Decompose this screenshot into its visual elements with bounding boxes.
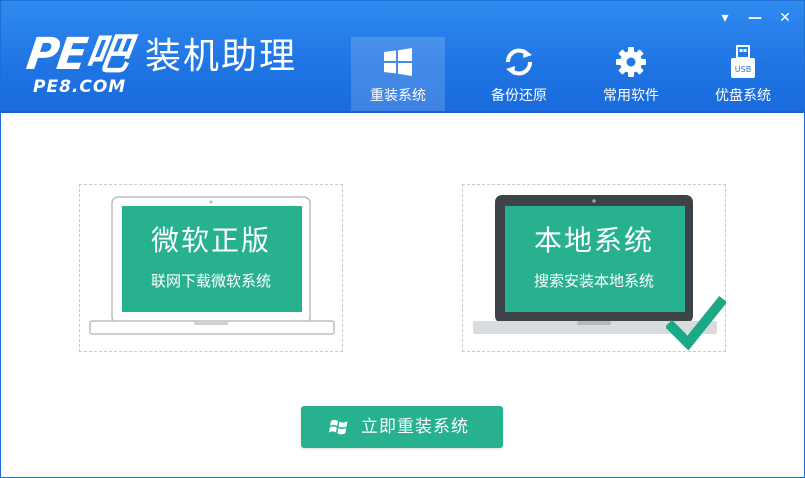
app-subtitle: PE8.COM xyxy=(33,77,127,97)
checkmark-icon xyxy=(666,295,726,351)
tab-label: 常用软件 xyxy=(603,88,659,104)
tab-backup-restore[interactable]: 备份还原 xyxy=(463,37,575,111)
tab-usb-system[interactable]: USB 优盘系统 xyxy=(687,37,799,111)
tab-label: 优盘系统 xyxy=(715,88,771,104)
button-label: 立即重装系统 xyxy=(361,417,469,437)
main-nav: 重装系统 备份还原 常用软件 USB 优盘系统 xyxy=(351,37,799,111)
tab-common-software[interactable]: 常用软件 xyxy=(575,37,687,111)
app-window: PE吧 装机助理 PE8.COM ▾ — ✕ 重装系统 备份还原 常用软件 US… xyxy=(0,0,805,478)
windows-icon xyxy=(384,48,412,76)
tab-label: 备份还原 xyxy=(491,88,547,104)
app-title: 装机助理 xyxy=(145,36,298,77)
option-local-system[interactable]: 本地系统 搜索安装本地系统 xyxy=(462,184,726,352)
windows-flag-icon xyxy=(329,419,348,435)
menu-dropdown-icon[interactable]: ▾ xyxy=(714,7,736,29)
tab-label: 重装系统 xyxy=(370,88,426,104)
minimize-button[interactable]: — xyxy=(744,7,766,29)
header-divider xyxy=(1,111,804,113)
window-controls: ▾ — ✕ xyxy=(714,7,796,29)
option-subtitle: 联网下载微软系统 xyxy=(150,272,271,290)
option-microsoft-genuine[interactable]: 微软正版 联网下载微软系统 xyxy=(79,184,343,352)
app-logo: PE吧 装机助理 PE8.COM xyxy=(23,29,327,103)
option-subtitle: 搜索安装本地系统 xyxy=(533,272,654,290)
option-title: 本地系统 xyxy=(533,224,654,257)
tab-reinstall-system[interactable]: 重装系统 xyxy=(351,37,445,111)
reinstall-now-button[interactable]: 立即重装系统 xyxy=(301,406,503,448)
close-button[interactable]: ✕ xyxy=(774,7,796,29)
logo-mark: PE吧 xyxy=(23,29,131,80)
option-title: 微软正版 xyxy=(150,224,271,257)
header-bar: PE吧 装机助理 PE8.COM ▾ — ✕ 重装系统 备份还原 常用软件 US… xyxy=(1,1,804,111)
usb-icon-label: USB xyxy=(735,65,751,74)
usb-drive-icon: USB xyxy=(731,45,755,78)
laptop-icon xyxy=(89,196,335,335)
gear-icon xyxy=(616,47,646,77)
sync-icon xyxy=(506,48,532,76)
